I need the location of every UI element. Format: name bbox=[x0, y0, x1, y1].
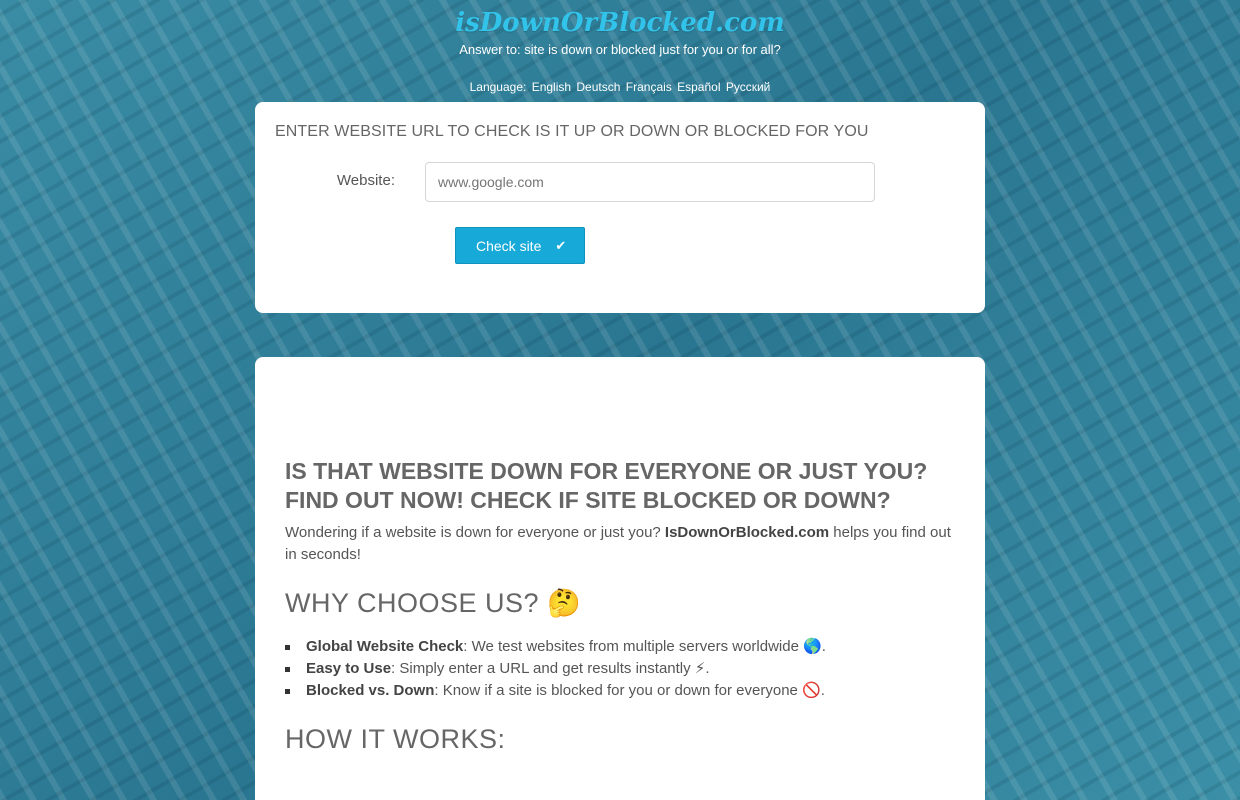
feature-title: Blocked vs. Down bbox=[306, 682, 435, 699]
list-item: Blocked vs. Down: Know if a site is bloc… bbox=[285, 680, 955, 702]
intro-text: Wondering if a website is down for every… bbox=[285, 522, 955, 566]
feature-text: : Simply enter a URL and get results ins… bbox=[391, 660, 710, 677]
info-card: IS THAT WEBSITE DOWN FOR EVERYONE OR JUS… bbox=[255, 357, 985, 800]
website-label: Website: bbox=[336, 172, 395, 189]
feature-title: Easy to Use bbox=[306, 660, 392, 677]
language-english[interactable]: English bbox=[532, 80, 571, 94]
list-item: Easy to Use: Simply enter a URL and get … bbox=[285, 658, 955, 680]
check-site-label: Check site bbox=[476, 237, 542, 254]
website-row: Website: bbox=[275, 162, 965, 202]
feature-text: : Know if a site is blocked for you or d… bbox=[434, 682, 825, 699]
check-icon: ✔ bbox=[555, 237, 567, 253]
website-input[interactable] bbox=[425, 162, 875, 202]
feature-title: Global Website Check bbox=[306, 638, 464, 655]
check-form-card: ENTER WEBSITE URL TO CHECK IS IT UP OR D… bbox=[255, 102, 985, 313]
why-heading: WHY CHOOSE US? 🤔 bbox=[285, 588, 582, 618]
check-form-heading: ENTER WEBSITE URL TO CHECK IS IT UP OR D… bbox=[275, 123, 869, 140]
intro-before: Wondering if a website is down for every… bbox=[285, 524, 665, 541]
features-list: Global Website Check: We test websites f… bbox=[285, 636, 955, 702]
language-selector: Language: English Deutsch Français Españ… bbox=[0, 80, 1240, 94]
site-logo[interactable]: isDownOrBlocked.com bbox=[455, 6, 785, 40]
intro-brand: IsDownOrBlocked.com bbox=[664, 524, 830, 541]
language-label: Language: bbox=[469, 80, 527, 94]
feature-text: : We test websites from multiple servers… bbox=[463, 638, 826, 655]
site-header: isDownOrBlocked.com Answer to: site is d… bbox=[0, 0, 1240, 102]
check-site-button[interactable]: Check site ✔ bbox=[455, 227, 586, 264]
language-russian[interactable]: Русский bbox=[726, 80, 771, 94]
language-francais[interactable]: Français bbox=[626, 80, 672, 94]
language-espanol[interactable]: Español bbox=[677, 80, 720, 94]
language-deutsch[interactable]: Deutsch bbox=[576, 80, 620, 94]
button-wrap: Check site ✔ bbox=[455, 227, 965, 264]
how-heading: HOW IT WORKS: bbox=[285, 724, 506, 754]
site-tagline: Answer to: site is down or blocked just … bbox=[459, 42, 781, 57]
list-item: Global Website Check: We test websites f… bbox=[285, 636, 955, 658]
page-headline: IS THAT WEBSITE DOWN FOR EVERYONE OR JUS… bbox=[285, 458, 928, 513]
